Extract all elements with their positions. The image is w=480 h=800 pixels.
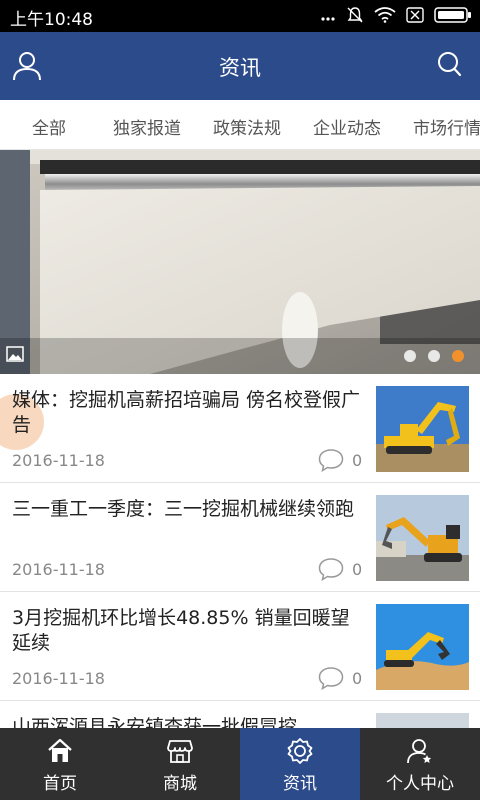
more-dots-icon [321,17,335,21]
search-icon [438,52,462,77]
mute-bell-icon [347,7,363,23]
status-bar: 上午10:48 [0,0,480,32]
no-sim-icon [406,7,424,23]
tab-policy[interactable]: 政策法规 [213,114,281,139]
carousel-dot-active[interactable] [452,350,464,362]
status-time: 上午10:48 [10,10,93,30]
comment-count: 0 [318,557,362,581]
home-icon [48,738,72,762]
news-title: 山西浑源县永安镇查获一批假冒挖 [12,716,298,728]
category-tabs: 全部 独家报道 政策法规 企业动态 市场行情 [0,100,480,150]
tab-company-news[interactable]: 企业动态 [313,114,381,139]
news-item[interactable]: 媒体：挖掘机高薪招培骗局 傍名校登假广告 2016-11-18 0 [0,374,480,483]
carousel-dot[interactable] [404,350,416,362]
news-list: 媒体：挖掘机高薪招培骗局 傍名校登假广告 2016-11-18 0 三一重工一季… [0,374,480,728]
news-date: 2016-11-18 [12,451,105,470]
banner-carousel[interactable] [0,150,480,374]
news-item[interactable]: 三一重工一季度：三一挖掘机械继续领跑 2016-11-18 0 [0,483,480,592]
comment-count-value: 0 [352,668,363,688]
carousel-dot[interactable] [428,350,440,362]
nav-user-center[interactable]: 个人中心 [360,728,480,800]
news-item[interactable]: 山西浑源县永安镇查获一批假冒挖 [0,701,480,728]
news-title: 三一重工一季度：三一挖掘机械继续领跑 [12,498,355,520]
news-thumbnail [376,713,469,728]
comment-count: 0 [318,666,362,690]
battery-icon [434,7,471,23]
bottom-nav: 首页 商城 资讯 个人中心 [0,728,480,800]
nav-label: 首页 [43,774,77,794]
carousel-indicator [404,350,464,362]
nav-news[interactable]: 资讯 [240,728,360,800]
app-header: 资讯 [0,32,480,100]
nav-label: 商城 [163,774,197,794]
news-title: 3月挖掘机环比增长48.85% 销量回暖望延续 [12,607,350,654]
nav-store[interactable]: 商城 [120,728,240,800]
tab-exclusive[interactable]: 独家报道 [113,114,181,139]
news-date: 2016-11-18 [12,669,105,688]
store-icon [167,740,193,763]
comment-count-value: 0 [352,450,363,470]
search-button[interactable] [436,50,470,84]
comment-icon [318,558,344,581]
page-title: 资讯 [219,56,261,80]
news-thumbnail [376,386,469,472]
news-thumbnail [376,604,469,690]
comment-icon [318,449,344,472]
news-item[interactable]: 3月挖掘机环比增长48.85% 销量回暖望延续 2016-11-18 0 [0,592,480,701]
comment-count-value: 0 [352,559,363,579]
tab-market[interactable]: 市场行情 [413,114,480,139]
tab-all[interactable]: 全部 [32,114,66,139]
news-date: 2016-11-18 [12,560,105,579]
status-icons [320,6,472,24]
nav-home[interactable]: 首页 [0,728,120,800]
gallery-icon [6,346,24,366]
nav-label: 个人中心 [386,774,454,794]
wifi-icon [374,7,396,23]
comment-count: 0 [318,448,362,472]
nav-label: 资讯 [283,774,317,794]
banner-image [0,150,480,374]
news-title: 媒体：挖掘机高薪招培骗局 傍名校登假广告 [12,389,361,436]
comment-icon [318,667,344,690]
news-icon [287,738,313,764]
user-center-icon [407,739,432,764]
news-thumbnail [376,495,469,581]
